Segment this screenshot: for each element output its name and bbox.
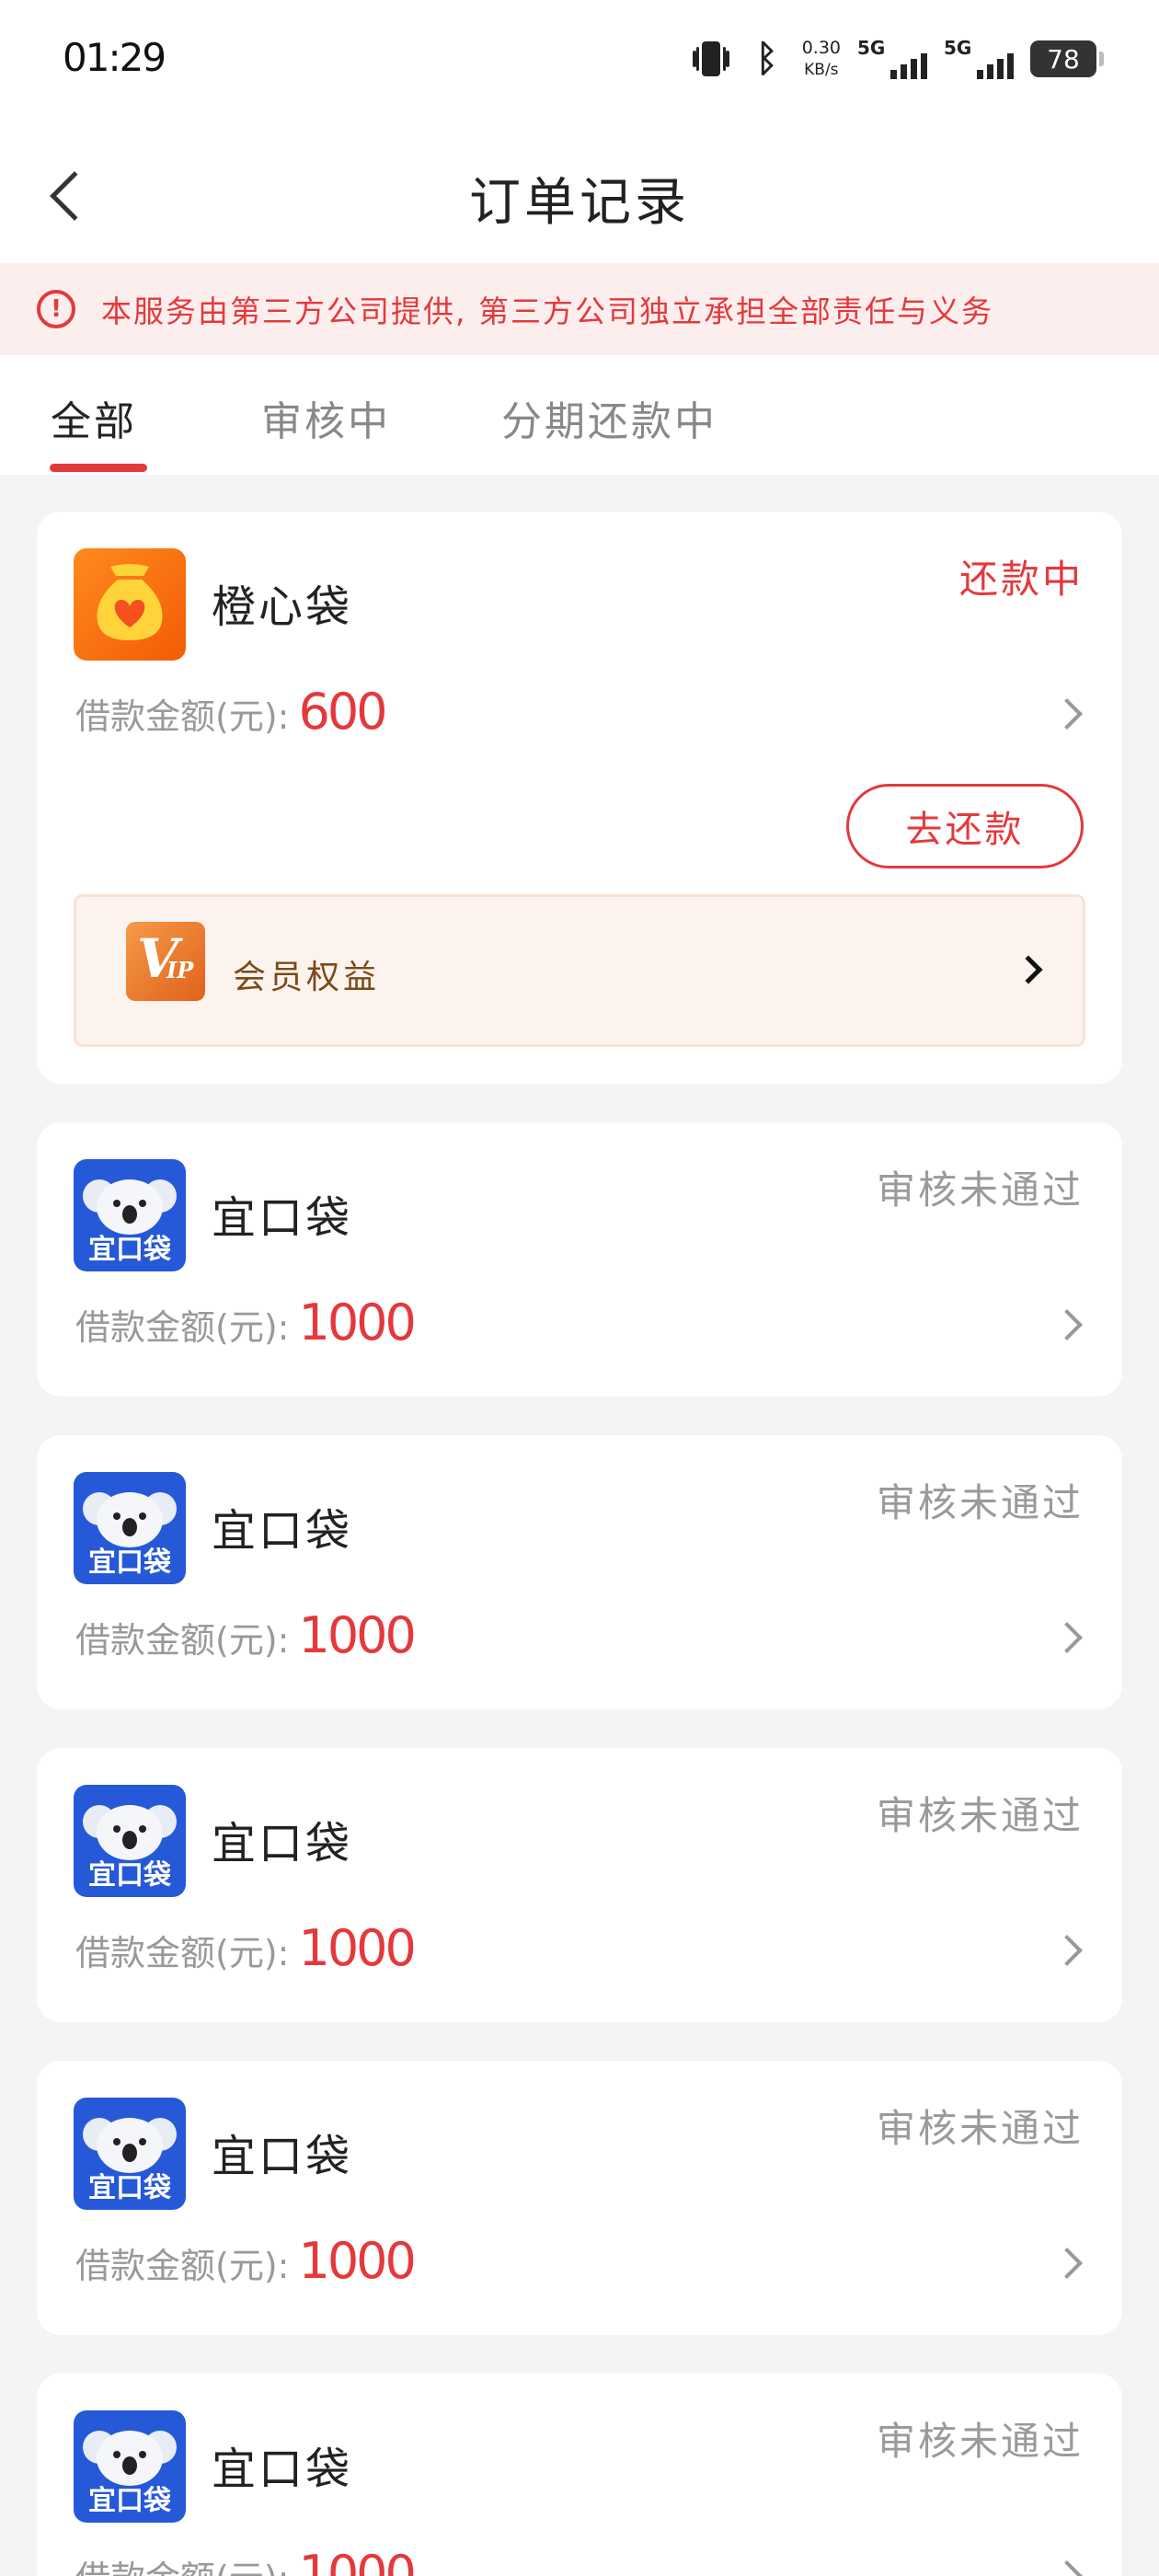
- chevron-right-icon[interactable]: [1051, 1935, 1083, 1966]
- top-navigation-bar: 订单记录: [0, 124, 1159, 263]
- vip-benefits-bar[interactable]: V IP 会员权益: [74, 894, 1085, 1047]
- signal-type-label: 5G: [857, 37, 886, 59]
- loan-amount-row: 借款金额(元): 1000: [75, 2545, 417, 2576]
- loan-amount-row: 借款金额(元): 600: [75, 683, 388, 741]
- koala-icon: 宜口袋: [74, 2098, 186, 2210]
- loan-amount-label: 借款金额(元):: [75, 2246, 290, 2286]
- chevron-right-icon[interactable]: [1051, 1622, 1083, 1653]
- status-icons: ᛒ 0.30 KB/s 5G 5G 78: [690, 33, 1104, 85]
- logo-text: 宜口袋: [88, 2172, 171, 2204]
- vibrate-icon: [690, 38, 732, 80]
- order-status: 还款中: [958, 557, 1084, 602]
- tab-reviewing[interactable]: 审核中: [261, 388, 391, 447]
- chevron-right-icon[interactable]: [1051, 2248, 1083, 2279]
- tab-installment-repaying[interactable]: 分期还款中: [501, 388, 717, 447]
- network-speed: 0.30 KB/s: [802, 40, 841, 78]
- loan-amount-value: 1000: [298, 2545, 416, 2576]
- loan-amount-label: 借款金额(元):: [75, 1933, 290, 1973]
- loan-amount-label: 借款金额(元):: [75, 696, 290, 737]
- page-title: 订单记录: [469, 173, 690, 233]
- order-card[interactable]: 橙心袋 还款中 借款金额(元): 600 去还款 V IP 会员权益: [37, 512, 1122, 1084]
- loan-amount-value: 1000: [298, 1919, 416, 1977]
- signal-type-label: 5G: [944, 37, 972, 59]
- warning-icon: !: [37, 290, 75, 328]
- loan-amount-value: 1000: [298, 1294, 416, 1351]
- logo-text: 宜口袋: [88, 1859, 171, 1892]
- tab-all[interactable]: 全部: [51, 388, 137, 447]
- signal-icon: 5G: [857, 35, 927, 83]
- lender-name: 宜口袋: [212, 1192, 353, 1244]
- repay-button[interactable]: 去还款: [846, 784, 1084, 868]
- chevron-right-icon: [1014, 955, 1043, 984]
- order-status: 审核未通过: [876, 2419, 1084, 2464]
- loan-amount-row: 借款金额(元): 1000: [75, 1919, 417, 1977]
- order-tabs: 全部 审核中 分期还款中: [0, 355, 1159, 475]
- signal-icon: 5G: [944, 35, 1014, 83]
- loan-amount-value: 600: [298, 683, 387, 741]
- order-status: 审核未通过: [876, 1480, 1084, 1525]
- loan-amount-row: 借款金额(元): 1000: [75, 1606, 417, 1664]
- chevron-right-icon[interactable]: [1051, 698, 1083, 730]
- lender-name: 橙心袋: [212, 581, 353, 633]
- logo-text: 宜口袋: [88, 1234, 171, 1266]
- disclaimer-text: 本服务由第三方公司提供, 第三方公司独立承担全部责任与义务: [101, 293, 993, 329]
- koala-icon: 宜口袋: [74, 2410, 186, 2523]
- status-time: 01:29: [63, 35, 166, 80]
- order-card[interactable]: 宜口袋 宜口袋 审核未通过 借款金额(元): 1000: [37, 2061, 1122, 2335]
- order-status: 审核未通过: [876, 1793, 1084, 1838]
- loan-amount-row: 借款金额(元): 1000: [75, 2232, 417, 2290]
- network-speed-value: 0.30: [801, 38, 841, 58]
- order-card[interactable]: 宜口袋 宜口袋 审核未通过 借款金额(元): 1000: [37, 1435, 1122, 1709]
- status-bar: 01:29 ᛒ 0.30 KB/s 5G 5G 78: [0, 0, 1159, 124]
- money-bag-heart-icon: [74, 548, 186, 661]
- disclaimer-banner: ! 本服务由第三方公司提供, 第三方公司独立承担全部责任与义务: [0, 263, 1159, 355]
- vip-benefits-label: 会员权益: [233, 959, 381, 996]
- loan-amount-label: 借款金额(元):: [75, 1620, 290, 1661]
- lender-name: 宜口袋: [212, 1505, 353, 1557]
- lender-name: 宜口袋: [212, 2444, 353, 2495]
- bluetooth-icon: ᛒ: [755, 38, 778, 80]
- active-tab-indicator: [50, 464, 147, 472]
- chevron-right-icon[interactable]: [1051, 1309, 1083, 1340]
- chevron-right-icon[interactable]: [1051, 2560, 1083, 2576]
- order-status: 审核未通过: [876, 2106, 1084, 2151]
- logo-text: 宜口袋: [88, 1547, 171, 1579]
- lender-name: 宜口袋: [212, 2131, 353, 2182]
- loan-amount-label: 借款金额(元):: [75, 1307, 290, 1348]
- order-card[interactable]: 宜口袋 宜口袋 审核未通过 借款金额(元): 1000: [37, 2374, 1122, 2576]
- vip-icon: V IP: [126, 922, 205, 1001]
- loan-amount-label: 借款金额(元):: [75, 2550, 289, 2576]
- koala-icon: 宜口袋: [74, 1159, 186, 1271]
- loan-amount-row: 借款金额(元): 1000: [75, 1294, 417, 1351]
- koala-icon: 宜口袋: [74, 1785, 186, 1897]
- koala-icon: 宜口袋: [74, 1472, 186, 1584]
- order-status: 审核未通过: [876, 1167, 1084, 1213]
- battery-icon: 78: [1030, 40, 1104, 77]
- order-card[interactable]: 宜口袋 宜口袋 审核未通过 借款金额(元): 1000: [37, 1748, 1122, 2022]
- network-speed-unit: KB/s: [804, 61, 839, 79]
- order-card[interactable]: 宜口袋 宜口袋 审核未通过 借款金额(元): 1000: [37, 1122, 1122, 1397]
- loan-amount-value: 1000: [298, 1606, 416, 1664]
- loan-amount-value: 1000: [298, 2232, 416, 2290]
- logo-text: 宜口袋: [88, 2485, 171, 2517]
- lender-name: 宜口袋: [212, 1818, 353, 1869]
